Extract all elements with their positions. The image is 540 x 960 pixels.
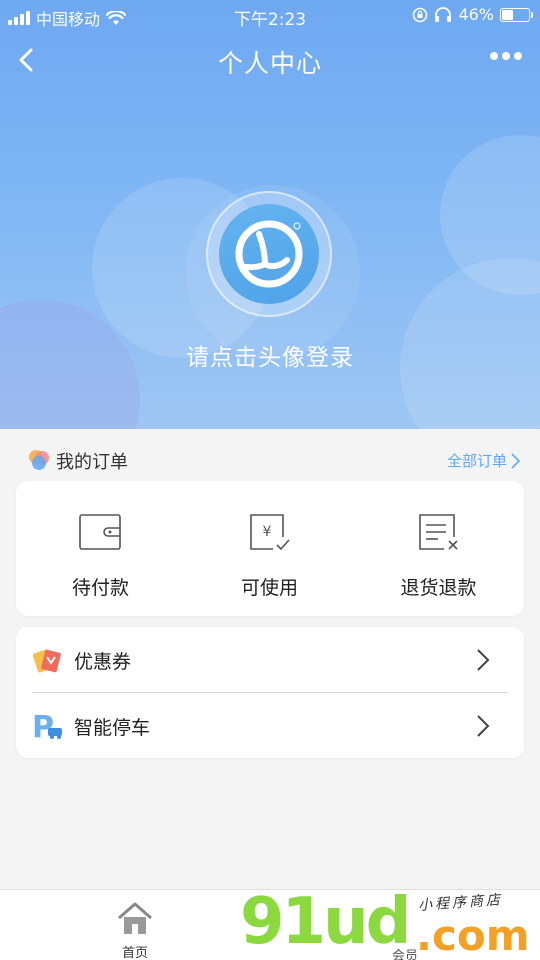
refund-list-icon bbox=[419, 514, 458, 550]
menu-label: 智能停车 bbox=[74, 717, 151, 739]
rotation-lock-icon bbox=[413, 7, 428, 22]
tab-member[interactable]: 会员 bbox=[375, 890, 435, 960]
profile-header: 中国移动 下午2:23 46% 个人中心 请点击头像登录 bbox=[0, 0, 540, 429]
order-pending-payment[interactable]: 待付款 bbox=[16, 481, 185, 616]
order-usable[interactable]: ¥ 可使用 bbox=[185, 481, 354, 616]
chevron-right-icon bbox=[511, 452, 520, 469]
all-orders-label: 全部订单 bbox=[446, 452, 507, 470]
orders-icon bbox=[29, 450, 49, 470]
order-label: 可使用 bbox=[240, 577, 298, 599]
menu-label: 优惠券 bbox=[74, 651, 132, 673]
coupon-icon bbox=[32, 649, 61, 673]
parking-icon: P bbox=[32, 711, 62, 741]
status-bar: 中国移动 下午2:23 46% bbox=[0, 0, 540, 32]
avatar bbox=[219, 204, 319, 304]
receipt-check-icon: ¥ bbox=[250, 514, 290, 551]
avatar-button[interactable] bbox=[206, 191, 332, 317]
chevron-right-icon bbox=[477, 715, 490, 737]
orders-card: 待付款 ¥ 可使用 退货退款 bbox=[16, 481, 524, 616]
chevron-right-icon bbox=[477, 649, 490, 671]
home-icon bbox=[118, 902, 152, 934]
services-card: 优惠券 P 智能停车 bbox=[16, 627, 524, 758]
nav-bar: 个人中心 bbox=[0, 38, 540, 84]
order-label: 待付款 bbox=[71, 577, 129, 599]
brand-logo-icon bbox=[235, 220, 303, 288]
tab-label: 会员 bbox=[391, 949, 418, 960]
tab-bar: 首页 会员 bbox=[0, 889, 540, 960]
order-label: 退货退款 bbox=[400, 577, 477, 599]
decor-bubble bbox=[440, 135, 540, 295]
headphones-icon bbox=[435, 6, 452, 22]
svg-text:¥: ¥ bbox=[263, 524, 272, 540]
orders-header: 我的订单 全部订单 bbox=[0, 440, 540, 478]
tab-label: 首页 bbox=[121, 946, 148, 960]
all-orders-link[interactable]: 全部订单 bbox=[447, 450, 520, 471]
battery-icon bbox=[500, 7, 533, 22]
more-options-icon[interactable] bbox=[490, 52, 522, 60]
page-title: 个人中心 bbox=[217, 49, 322, 78]
orders-title: 我的订单 bbox=[56, 452, 128, 473]
battery-level bbox=[502, 9, 513, 20]
menu-item-smart-parking[interactable]: P 智能停车 bbox=[16, 693, 524, 758]
battery-percent: 46% bbox=[458, 5, 494, 24]
login-prompt[interactable]: 请点击头像登录 bbox=[0, 338, 540, 372]
order-refund[interactable]: 退货退款 bbox=[354, 481, 523, 616]
status-right: 46% bbox=[412, 5, 533, 24]
tab-home[interactable]: 首页 bbox=[100, 890, 170, 960]
menu-item-coupons[interactable]: 优惠券 bbox=[16, 627, 524, 692]
wallet-icon bbox=[79, 514, 121, 550]
